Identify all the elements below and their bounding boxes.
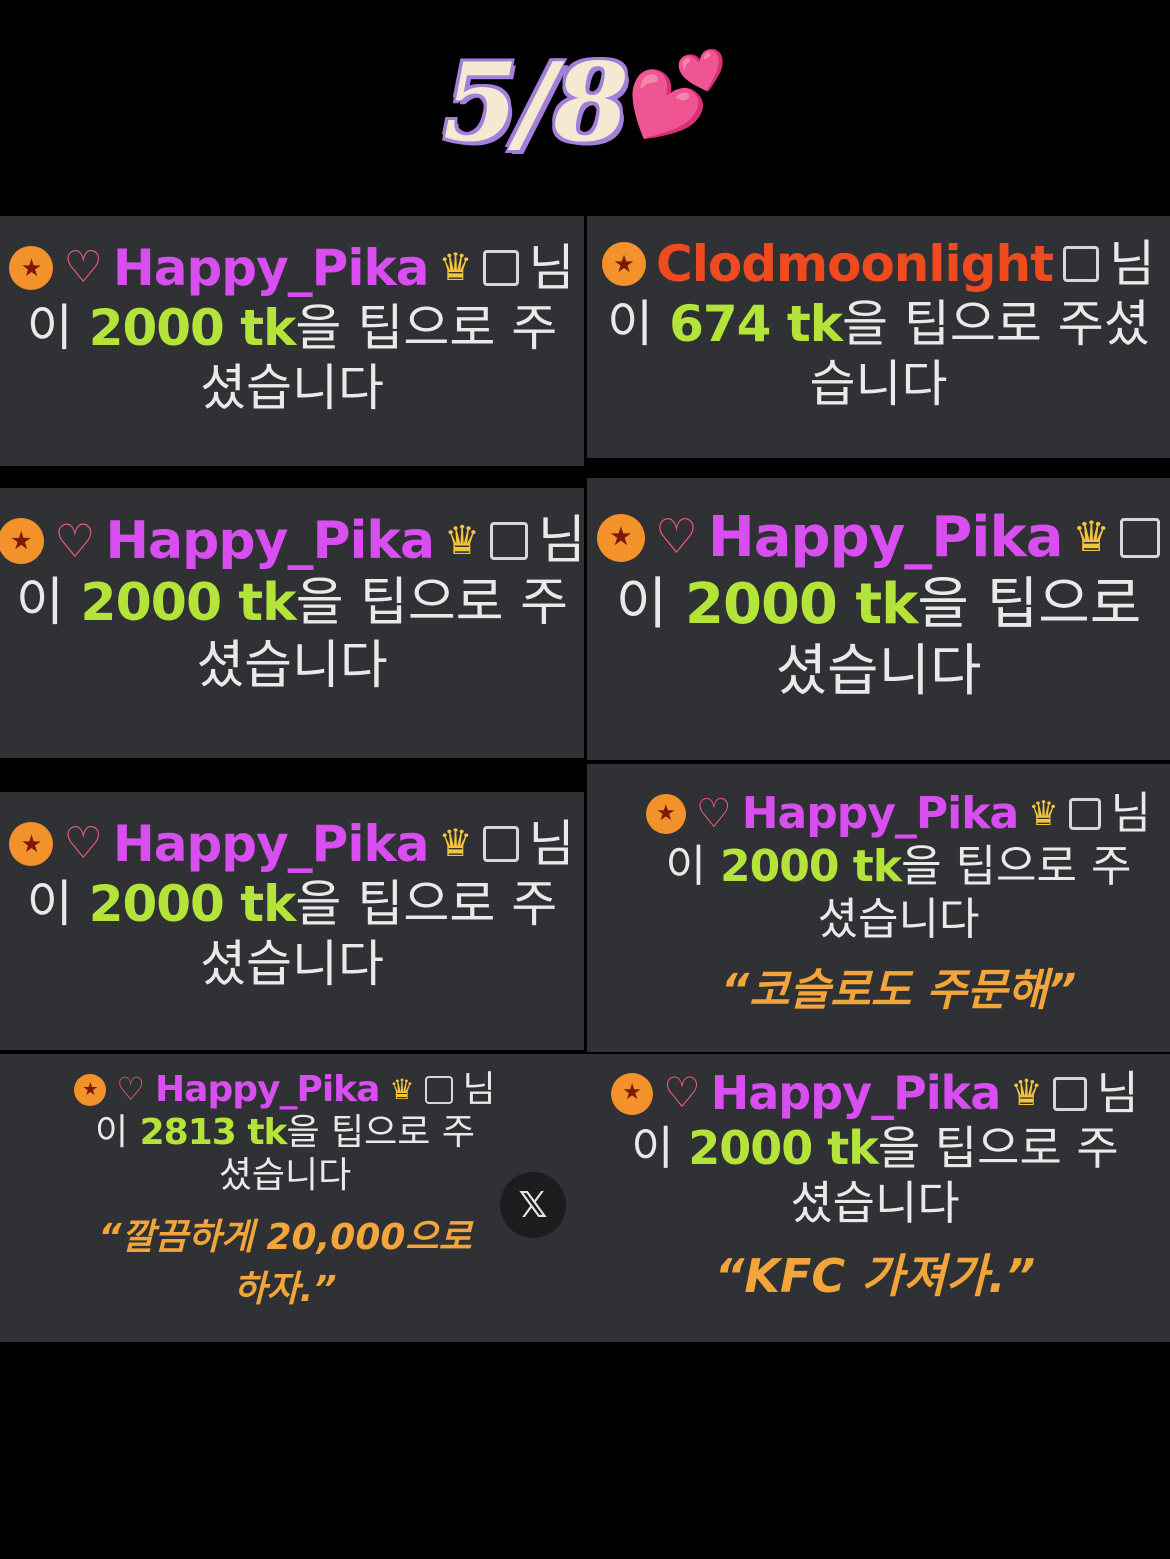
star-badge-icon: ★ bbox=[9, 822, 54, 866]
document-icon bbox=[482, 250, 519, 286]
gem-badge-icon: ♡ bbox=[663, 1068, 701, 1118]
tip-notification: ★ ♡ Happy_Pika ♛ 이 2000 tk을 팁으로 셨습니다 bbox=[587, 478, 1170, 760]
crown-icon: ♛ bbox=[438, 245, 473, 290]
honorific: 님 bbox=[537, 511, 584, 571]
star-badge-icon: ★ bbox=[602, 242, 647, 286]
tip-amount: 2000 tk bbox=[88, 299, 297, 357]
star-badge-icon: ★ bbox=[611, 1072, 654, 1115]
star-badge-icon: ★ bbox=[0, 518, 45, 565]
honorific: 님 bbox=[528, 239, 575, 297]
gem-badge-icon: ♡ bbox=[54, 513, 96, 568]
document-icon bbox=[482, 826, 519, 862]
tip-message: “코슬로도 주문해” bbox=[720, 965, 1077, 1017]
tip-notification: ★ ♡ Happy_Pika ♛ 님 이 2000 tk을 팁으로 주 셨습니다… bbox=[587, 764, 1170, 1052]
x-close-button[interactable]: 𝕏 bbox=[500, 1172, 566, 1238]
document-icon bbox=[1062, 246, 1099, 282]
crown-icon: ♛ bbox=[1010, 1073, 1043, 1114]
document-icon bbox=[489, 522, 528, 561]
gem-badge-icon: ♡ bbox=[63, 241, 103, 293]
tip-notification: ★ ♡ Happy_Pika ♛ 님 이 2813 tk을 팁으로 주 셨습니다… bbox=[0, 1054, 584, 1342]
username[interactable]: Happy_Pika bbox=[742, 788, 1019, 841]
gem-badge-icon: ♡ bbox=[654, 508, 698, 565]
tip-amount: 2000 tk bbox=[80, 573, 296, 634]
tip-amount: 2000 tk bbox=[720, 840, 902, 892]
document-icon bbox=[424, 1075, 453, 1104]
hearts-icon: 💕 bbox=[626, 46, 729, 142]
crown-icon: ♛ bbox=[438, 821, 473, 866]
username[interactable]: Happy_Pika bbox=[106, 510, 436, 572]
tip-amount: 2000 tk bbox=[688, 1121, 879, 1176]
gem-badge-icon: ♡ bbox=[695, 791, 732, 838]
username[interactable]: Happy_Pika bbox=[113, 814, 430, 874]
star-badge-icon: ★ bbox=[645, 794, 686, 835]
honorific: 님 bbox=[1108, 235, 1155, 293]
username[interactable]: Happy_Pika bbox=[113, 238, 430, 298]
document-icon bbox=[1052, 1076, 1087, 1111]
star-badge-icon: ★ bbox=[9, 246, 54, 290]
username[interactable]: Happy_Pika bbox=[711, 1066, 1001, 1121]
crown-icon: ♛ bbox=[389, 1072, 415, 1106]
tip-amount: 2813 tk bbox=[139, 1112, 288, 1154]
username[interactable]: Happy_Pika bbox=[155, 1068, 380, 1111]
tip-notification: ★ ♡ Happy_Pika ♛ 님 이 2000 tk을 팁으로 주 셨습니다 bbox=[0, 216, 584, 466]
document-icon bbox=[1068, 798, 1101, 831]
username[interactable]: Happy_Pika bbox=[708, 504, 1064, 571]
star-badge-icon: ★ bbox=[596, 513, 645, 562]
gem-badge-icon: ♡ bbox=[116, 1070, 146, 1109]
honorific: 님 bbox=[462, 1069, 496, 1110]
crown-icon: ♛ bbox=[444, 518, 480, 565]
gem-badge-icon: ♡ bbox=[63, 817, 103, 869]
tip-amount: 2000 tk bbox=[88, 875, 297, 933]
username[interactable]: Clodmoonlight bbox=[656, 234, 1054, 294]
tip-amount: 674 tk bbox=[669, 295, 843, 353]
tip-message: “깔끔하게 20,000으로 bbox=[98, 1216, 472, 1258]
tip-message: “KFC 가져가.” bbox=[714, 1248, 1036, 1303]
tip-notification: ★ Clodmoonlight 님 이 674 tk을 팁으로 주셨 습니다 bbox=[587, 216, 1170, 458]
document-icon bbox=[1120, 517, 1161, 558]
honorific: 님 bbox=[1110, 788, 1152, 839]
page-title: 5/8💕 bbox=[443, 40, 729, 166]
crown-icon: ♛ bbox=[1072, 512, 1111, 562]
tip-notification: ★ ♡ Happy_Pika ♛ 님 이 2000 tk을 팁으로 주 셨습니다… bbox=[580, 1054, 1170, 1342]
tip-message-line2: 하자.” bbox=[233, 1268, 337, 1310]
tip-notification: ★ ♡ Happy_Pika ♛ 님 이 2000 tk을 팁으로 주 셨습니다 bbox=[0, 488, 584, 758]
honorific: 님 bbox=[528, 815, 575, 873]
crown-icon: ♛ bbox=[1028, 794, 1059, 834]
tip-amount: 2000 tk bbox=[685, 572, 918, 638]
star-badge-icon: ★ bbox=[74, 1073, 107, 1106]
honorific: 님 bbox=[1096, 1066, 1139, 1120]
tip-notification: ★ ♡ Happy_Pika ♛ 님 이 2000 tk을 팁으로 주 셨습니다 bbox=[0, 792, 584, 1050]
